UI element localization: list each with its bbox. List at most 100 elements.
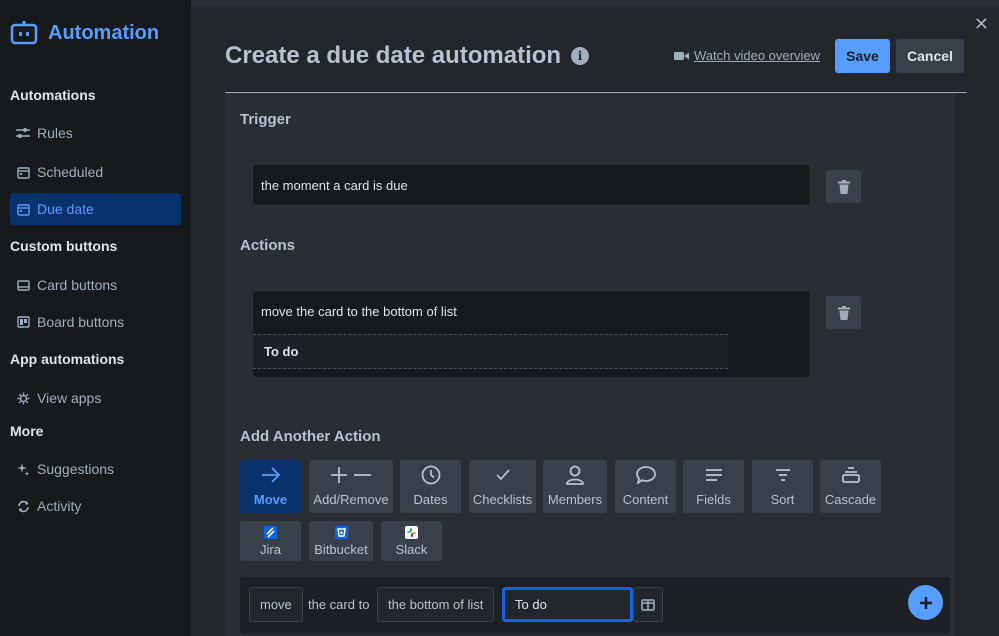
action-bitbucket-button[interactable]: Bitbucket <box>309 521 373 561</box>
watch-video-link[interactable]: Watch video overview <box>674 48 820 63</box>
sidebar-item-label: Scheduled <box>37 164 104 180</box>
gear-icon <box>15 390 31 406</box>
sidebar-item-card-buttons[interactable]: Card buttons <box>10 269 181 301</box>
action-checklists-button[interactable]: Checklists <box>469 460 536 513</box>
sidebar-item-board-buttons[interactable]: Board buttons <box>10 306 181 338</box>
calendar-icon <box>15 164 31 180</box>
sliders-icon <box>15 125 31 141</box>
sidebar-item-label: Rules <box>37 125 73 141</box>
trigger-box[interactable]: the moment a card is due <box>253 165 810 205</box>
action-builder: move the card to the bottom of list To d… <box>240 577 950 634</box>
action-label: Dates <box>413 492 448 507</box>
action-label: Slack <box>395 542 428 557</box>
main-panel: ✕ Create a due date automation i Watch v… <box>191 6 999 636</box>
sidebar-item-label: Card buttons <box>37 277 118 293</box>
info-icon[interactable]: i <box>571 47 590 65</box>
page-title: Create a due date automation i <box>225 42 590 70</box>
actions-heading: Actions <box>240 237 296 254</box>
delete-action-button[interactable] <box>826 296 861 329</box>
section-custom-buttons: Custom buttons <box>10 238 118 254</box>
sidebar-item-label: Board buttons <box>37 314 125 330</box>
action-label: Bitbucket <box>314 542 368 557</box>
action-label: Content <box>622 492 669 507</box>
action-cascade-button[interactable]: Cascade <box>820 460 881 513</box>
bitbucket-icon <box>334 525 348 539</box>
calendar-icon <box>15 201 31 217</box>
sidebar-item-label: Due date <box>37 201 94 217</box>
sidebar: Automation Automations Rules Scheduled D… <box>0 0 191 636</box>
sidebar-item-scheduled[interactable]: Scheduled <box>10 156 181 188</box>
action-content-button[interactable]: Content <box>615 460 676 513</box>
list-name-input[interactable]: To do <box>502 587 633 622</box>
section-automations: Automations <box>10 87 96 103</box>
comment-icon <box>635 464 656 486</box>
page-title-text: Create a due date automation <box>225 42 562 69</box>
sidebar-item-label: Suggestions <box>37 461 115 477</box>
verb-select[interactable]: move <box>249 587 303 622</box>
arrow-right-icon <box>261 464 281 486</box>
plus-minus-icon <box>330 464 372 486</box>
add-action-heading: Add Another Action <box>240 428 381 445</box>
action-add-remove-button[interactable]: Add/Remove <box>309 460 393 513</box>
action-move-button[interactable]: Move <box>240 460 301 513</box>
action-text: move the card to the bottom of list <box>261 304 457 319</box>
sidebar-item-view-apps[interactable]: View apps <box>10 382 181 414</box>
section-more: More <box>10 423 44 439</box>
section-app-automations: App automations <box>10 351 125 367</box>
brand: Automation <box>10 20 159 46</box>
cascade-icon <box>841 464 860 486</box>
person-icon <box>566 464 584 486</box>
action-slack-button[interactable]: Slack <box>381 521 442 561</box>
action-dates-button[interactable]: Dates <box>400 460 461 513</box>
lines-icon <box>705 464 723 486</box>
action-label: Checklists <box>472 492 533 507</box>
action-label: Fields <box>696 492 731 507</box>
watch-video-label: Watch video overview <box>694 48 820 63</box>
cancel-button[interactable]: Cancel <box>896 39 964 73</box>
action-sort-button[interactable]: Sort <box>752 460 813 513</box>
sidebar-item-activity[interactable]: Activity <box>10 490 181 522</box>
action-jira-button[interactable]: Jira <box>240 521 301 561</box>
app-title: Automation <box>48 21 160 44</box>
sidebar-item-suggestions[interactable]: Suggestions <box>10 453 181 485</box>
jira-icon <box>264 525 277 539</box>
list-picker-button[interactable] <box>633 587 663 622</box>
robot-icon <box>10 21 38 45</box>
action-label: Move <box>253 492 288 507</box>
check-icon <box>495 464 510 486</box>
action-label: Sort <box>770 492 795 507</box>
video-camera-icon <box>674 51 689 60</box>
trash-icon <box>837 179 850 194</box>
trash-icon <box>837 305 850 320</box>
slack-icon <box>405 525 418 539</box>
trigger-text: the moment a card is due <box>261 178 408 193</box>
board-picker-icon <box>641 598 655 611</box>
board-icon <box>15 314 31 330</box>
action-label: Members <box>547 492 603 507</box>
close-icon[interactable]: ✕ <box>974 14 989 35</box>
action-members-button[interactable]: Members <box>543 460 607 513</box>
action-box[interactable]: move the card to the bottom of list To d… <box>253 291 810 377</box>
sort-icon <box>775 464 791 486</box>
plus-icon <box>919 596 932 609</box>
delete-trigger-button[interactable] <box>826 170 861 203</box>
trigger-heading: Trigger <box>240 111 291 128</box>
sidebar-item-due-date[interactable]: Due date <box>10 193 181 225</box>
refresh-icon <box>15 498 31 514</box>
sidebar-item-label: View apps <box>37 390 102 406</box>
card-icon <box>15 277 31 293</box>
builder-text: the card to <box>308 597 370 612</box>
position-select[interactable]: the bottom of list <box>377 587 495 622</box>
action-label: Add/Remove <box>313 492 389 507</box>
save-button[interactable]: Save <box>835 39 890 73</box>
sidebar-item-label: Activity <box>37 498 82 514</box>
sparkle-icon <box>15 461 31 477</box>
action-label: Jira <box>260 542 281 557</box>
add-action-button[interactable] <box>908 585 943 620</box>
clock-icon <box>421 464 441 486</box>
sidebar-item-rules[interactable]: Rules <box>10 117 181 149</box>
action-label: Cascade <box>824 492 877 507</box>
action-fields-button[interactable]: Fields <box>683 460 744 513</box>
rule-editor: Trigger the moment a card is due Actions… <box>225 93 955 636</box>
action-list-chip: To do <box>253 334 728 369</box>
